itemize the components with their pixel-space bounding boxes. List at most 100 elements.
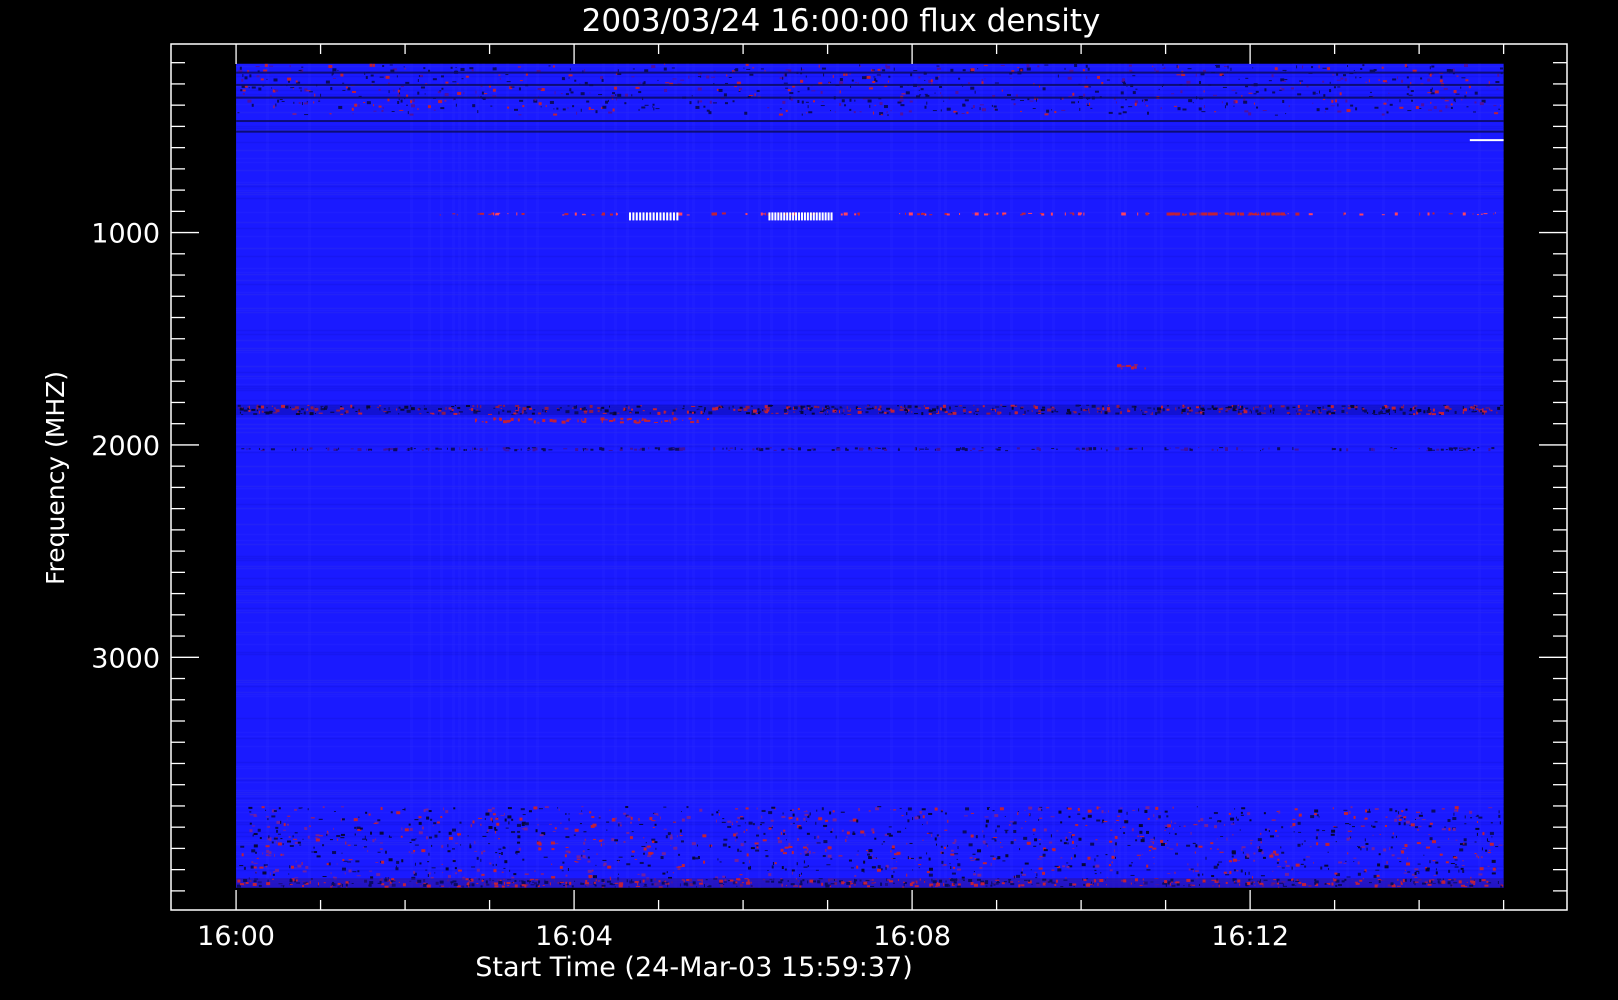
interference-band-speck <box>675 408 677 411</box>
high-frequency-noise-speck <box>1075 824 1079 827</box>
bottom-band-speck <box>544 880 549 884</box>
high-frequency-noise-speck <box>249 829 253 833</box>
bottom-band-speck <box>337 886 341 888</box>
low-frequency-noise-speck <box>273 105 275 109</box>
high-frequency-noise-speck <box>1357 846 1360 849</box>
high-frequency-noise-speck <box>1297 843 1301 847</box>
high-frequency-noise-speck <box>784 846 789 849</box>
high-frequency-noise-speck <box>942 865 944 867</box>
low-frequency-noise-speck <box>946 107 951 111</box>
high-frequency-noise-speck <box>643 847 647 851</box>
high-frequency-noise-speck <box>1407 871 1411 873</box>
high-frequency-noise-speck <box>993 836 998 838</box>
interference-band-speck <box>247 406 249 408</box>
spike-row-speck <box>1381 214 1385 216</box>
high-frequency-noise-speck <box>796 862 798 866</box>
bottom-band-speck <box>794 885 798 887</box>
low-frequency-noise-speck <box>1466 106 1469 108</box>
high-frequency-noise-speck <box>487 808 492 812</box>
high-frequency-noise-speck <box>289 865 291 869</box>
faint-band-speck <box>734 447 736 451</box>
low-frequency-noise-speck <box>756 89 760 92</box>
interference-band-speck <box>1431 413 1436 416</box>
high-frequency-noise-speck <box>770 819 774 822</box>
high-frequency-noise-speck <box>427 861 430 863</box>
low-frequency-noise-speck <box>919 94 922 96</box>
heatmap-texture-row <box>236 191 1504 194</box>
spike-row-speck <box>678 212 683 216</box>
heatmap-texture-row <box>236 843 1504 846</box>
bottom-band-speck <box>470 880 472 882</box>
bottom-band-speck <box>1404 878 1407 882</box>
low-frequency-noise-speck <box>399 92 401 95</box>
heatmap-texture-column <box>938 63 942 888</box>
low-frequency-noise-speck <box>1072 92 1075 96</box>
interference-band-speck <box>1066 408 1070 412</box>
high-frequency-noise-speck <box>592 869 594 872</box>
low-frequency-noise-speck <box>1360 68 1363 71</box>
y-tick-label: 3000 <box>91 643 160 674</box>
high-frequency-noise-speck <box>985 843 988 845</box>
faint-band-speck <box>1477 447 1480 449</box>
high-frequency-noise-speck <box>790 823 793 825</box>
heatmap-texture-row <box>236 387 1504 390</box>
heatmap-texture-row <box>236 181 1504 184</box>
high-frequency-noise-speck <box>1475 854 1478 858</box>
low-frequency-noise-speck <box>572 105 575 108</box>
high-frequency-noise-speck <box>1278 810 1281 814</box>
high-frequency-noise-speck <box>1063 842 1067 845</box>
white-spike <box>642 212 645 221</box>
high-frequency-noise-speck <box>987 845 989 847</box>
faint-band-speck <box>1036 447 1040 451</box>
interference-band-speck <box>1481 412 1484 415</box>
bottom-band-speck <box>809 879 814 883</box>
bottom-band-speck <box>498 880 503 884</box>
interference-band-speck <box>1086 404 1090 406</box>
low-frequency-noise-speck <box>1388 92 1390 94</box>
faint-band-speck <box>575 448 579 452</box>
high-frequency-noise-speck <box>1432 860 1436 862</box>
high-frequency-noise-speck <box>268 855 272 857</box>
bottom-band-speck <box>1458 880 1462 884</box>
high-frequency-noise-speck <box>591 816 595 819</box>
faint-band-speck <box>435 447 439 450</box>
low-frequency-noise-speck <box>465 75 469 78</box>
high-frequency-noise-speck <box>630 855 634 857</box>
interference-band-speck <box>500 407 502 409</box>
high-frequency-noise-speck <box>395 865 397 868</box>
heatmap-texture-row <box>236 765 1504 768</box>
bottom-band-speck <box>848 880 852 882</box>
interference-band-speck <box>1313 411 1315 414</box>
heatmap-texture-row <box>236 585 1504 588</box>
low-frequency-noise-speck <box>1132 75 1136 77</box>
spike-row-speck <box>574 212 577 216</box>
bottom-band-speck <box>584 882 589 885</box>
low-frequency-noise-speck <box>800 67 802 71</box>
interference-band-speck <box>528 418 533 421</box>
heatmap-texture-row <box>236 247 1504 250</box>
interference-band-speck <box>844 414 846 416</box>
low-frequency-noise-speck <box>1460 86 1462 89</box>
interference-band-speck <box>476 404 478 408</box>
high-frequency-noise-speck <box>283 829 287 831</box>
low-frequency-noise-speck <box>1381 113 1385 116</box>
low-frequency-noise-speck <box>1233 105 1235 107</box>
high-frequency-noise-speck <box>845 838 847 842</box>
interference-band-speck <box>825 413 827 415</box>
interference-band-speck <box>783 413 788 415</box>
bottom-band-speck <box>993 884 996 886</box>
high-frequency-noise-speck <box>952 841 956 844</box>
bottom-band-speck <box>1245 882 1248 886</box>
low-frequency-noise-speck <box>1135 88 1138 90</box>
high-frequency-noise-speck <box>821 807 824 811</box>
low-frequency-noise-speck <box>352 90 357 93</box>
bottom-band-speck <box>318 882 320 886</box>
high-frequency-noise-speck <box>771 865 774 869</box>
high-frequency-noise-speck <box>1249 839 1253 841</box>
interference-band-speck <box>524 412 528 414</box>
low-frequency-noise-speck <box>899 99 904 102</box>
high-frequency-noise-speck <box>1498 814 1501 818</box>
low-frequency-noise-speck <box>1362 64 1365 67</box>
bottom-band-speck <box>451 883 453 885</box>
high-frequency-noise-speck <box>1429 860 1431 864</box>
